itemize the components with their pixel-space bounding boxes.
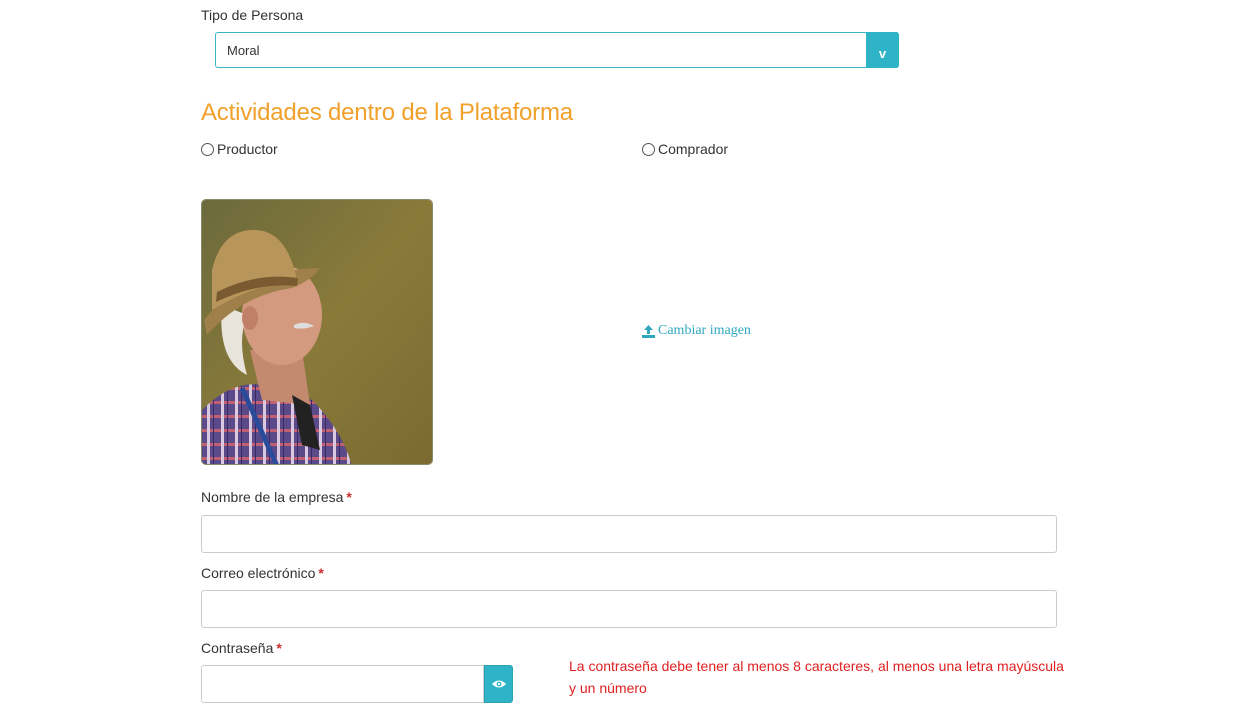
select-arrow-button[interactable]: v <box>866 32 899 68</box>
correo-label: Correo electrónico * <box>201 565 324 581</box>
password-group <box>201 665 513 703</box>
empresa-label-text: Nombre de la empresa <box>201 489 344 505</box>
tipo-persona-select[interactable]: Moral v <box>215 32 899 68</box>
radio-comprador[interactable]: Comprador <box>642 141 728 157</box>
tipo-persona-label: Tipo de Persona <box>201 7 304 23</box>
required-mark: * <box>346 489 352 505</box>
upload-icon <box>642 324 655 338</box>
radio-comprador-label: Comprador <box>658 141 729 157</box>
password-hint: La contraseña debe tener al menos 8 cara… <box>569 658 1064 696</box>
radio-productor-label: Productor <box>217 141 278 157</box>
correo-label-text: Correo electrónico <box>201 565 316 581</box>
empresa-label: Nombre de la empresa * <box>201 489 352 505</box>
password-label: Contraseña * <box>201 640 282 656</box>
show-password-button[interactable] <box>484 665 513 703</box>
empresa-input[interactable] <box>201 515 1057 553</box>
required-mark: * <box>318 565 324 581</box>
change-image-label: Cambiar imagen <box>658 323 751 338</box>
section-title: Actividades dentro de la Plataforma <box>201 99 573 126</box>
required-mark: * <box>276 640 282 656</box>
profile-photo <box>201 199 433 465</box>
password-label-text: Contraseña <box>201 640 274 656</box>
email-input[interactable] <box>201 590 1057 628</box>
radio-productor-circle[interactable] <box>201 142 214 156</box>
radio-productor[interactable]: Productor <box>201 141 278 157</box>
eye-icon <box>491 680 506 688</box>
password-input[interactable] <box>201 665 484 703</box>
profile-photo-farmer-illustration <box>202 200 432 464</box>
tipo-persona-selected-value: Moral <box>227 42 260 58</box>
change-image-link[interactable]: Cambiar imagen <box>642 323 751 339</box>
radio-comprador-circle[interactable] <box>642 142 655 156</box>
